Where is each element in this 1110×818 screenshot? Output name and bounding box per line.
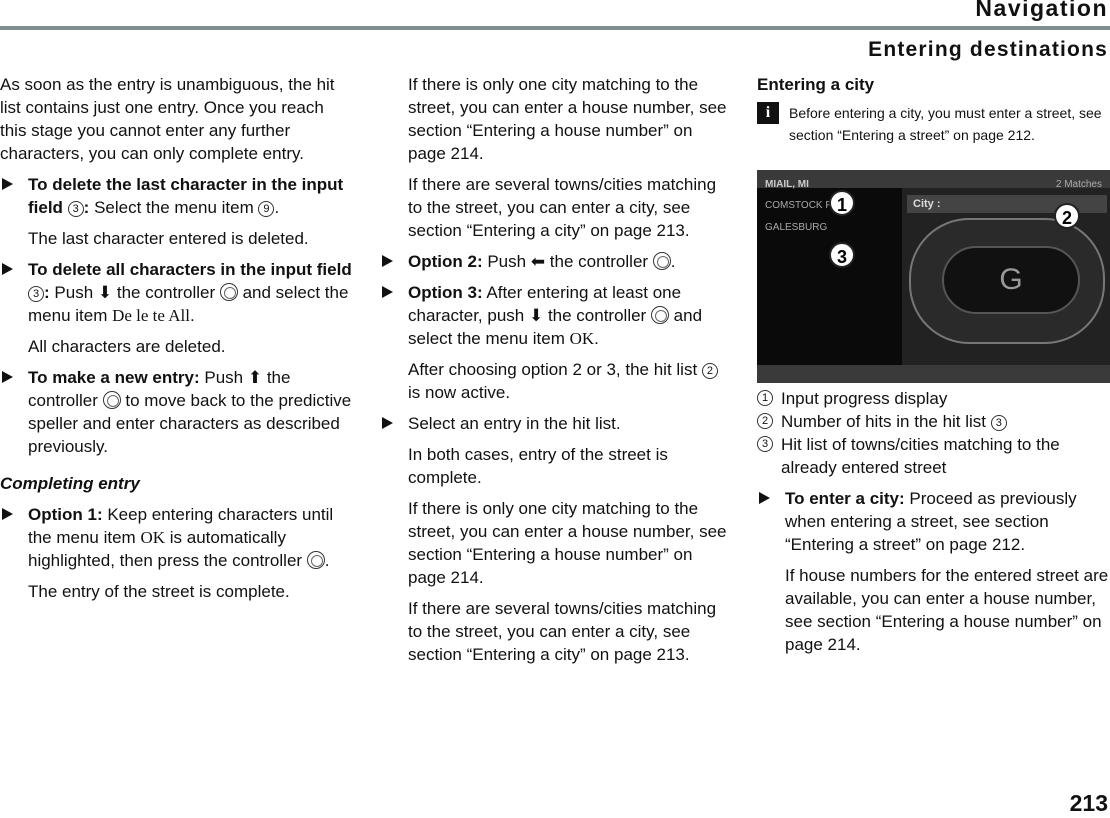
intro-paragraph: As soon as the entry is unambiguous, the… (0, 75, 335, 163)
controller-icon (650, 306, 669, 324)
column-3: Entering a city i Before entering a city… (757, 73, 1110, 664)
screen-input: MIAIL, MI (765, 179, 809, 190)
option-1: Option 1: Keep entering characters until… (0, 503, 352, 572)
paragraph: In both cases, entry of the street is co… (408, 445, 668, 487)
subheading: Completing entry (0, 474, 140, 493)
note-text: Before entering a city, you must enter a… (789, 105, 1102, 143)
step-delete-last: To delete the last character in the inpu… (0, 173, 352, 219)
chapter-title: Navigation (975, 0, 1108, 21)
legend-item: 3 Hit list of towns/cities matching to th… (757, 433, 1110, 479)
step-enter-city: To enter a city: Proceed as previously w… (757, 487, 1110, 556)
step-select: Select an entry in the hit list. (380, 412, 732, 435)
info-note: i Before entering a city, you must enter… (757, 102, 1110, 146)
arrow-down-icon: ⬇ (97, 283, 113, 302)
circled-number: 2 (701, 363, 718, 379)
speller-center: G (942, 246, 1080, 314)
arrow-down-icon: ⬇ (528, 306, 544, 325)
screen-hit: GALESBURG (765, 222, 828, 233)
controller-icon (219, 283, 238, 301)
paragraph: After choosing option 2 or 3, the hit li… (380, 358, 732, 404)
menu-item: De le te All (112, 306, 190, 325)
legend-item: 2 Number of hits in the hit list 3 (757, 410, 1110, 433)
paragraph: If there is only one city matching to th… (408, 499, 727, 587)
page-number: 213 (1069, 790, 1108, 816)
info-icon: i (757, 102, 779, 124)
legend-item: 1 Input progress display (757, 387, 1110, 410)
option-2: Option 2: Push ⬅ the controller . (380, 250, 732, 273)
circled-number: 3 (67, 201, 84, 217)
result-text: All characters are deleted. (28, 337, 226, 356)
callout-2: 2 (1054, 203, 1080, 229)
callout-3: 3 (829, 242, 855, 268)
figure-legend: 1 Input progress display 2 Number of hits … (757, 387, 1110, 479)
menu-item: OK (569, 329, 595, 348)
arrow-left-icon: ⬅ (530, 252, 546, 271)
controller-icon (306, 551, 325, 569)
paragraph: If there is only one city matching to th… (408, 75, 727, 163)
step-new-entry: To make a new entry: Push ⬆ the controll… (0, 366, 352, 458)
result-text: The last character entered is deleted. (28, 229, 309, 248)
step-delete-all: To delete all characters in the input fi… (0, 258, 352, 327)
header-rule (0, 26, 1110, 30)
paragraph: If there are several towns/cities matchi… (408, 175, 717, 240)
arrow-up-icon: ⬆ (247, 368, 263, 387)
controller-icon (102, 391, 121, 409)
menu-item: OK (140, 528, 166, 547)
column-2: If there is only one city matching to th… (380, 73, 732, 674)
paragraph: If there are several towns/cities matchi… (408, 599, 717, 664)
result-text: The entry of the street is complete. (28, 582, 290, 601)
controller-icon (652, 252, 671, 270)
callout-1: 1 (829, 190, 855, 216)
section-title: Entering destinations (868, 38, 1108, 61)
circled-number: 3 (28, 286, 44, 302)
paragraph: If house numbers for the entered street … (785, 566, 1109, 654)
subheading: Entering a city (757, 75, 875, 94)
option-3: Option 3: After entering at least one ch… (380, 281, 732, 350)
screen-image: MIAIL, MI 2 Matches COMSTOCK PARK GALESB… (757, 170, 1110, 383)
circled-number: 9 (258, 201, 275, 217)
column-1: As soon as the entry is unambiguous, the… (0, 73, 352, 611)
